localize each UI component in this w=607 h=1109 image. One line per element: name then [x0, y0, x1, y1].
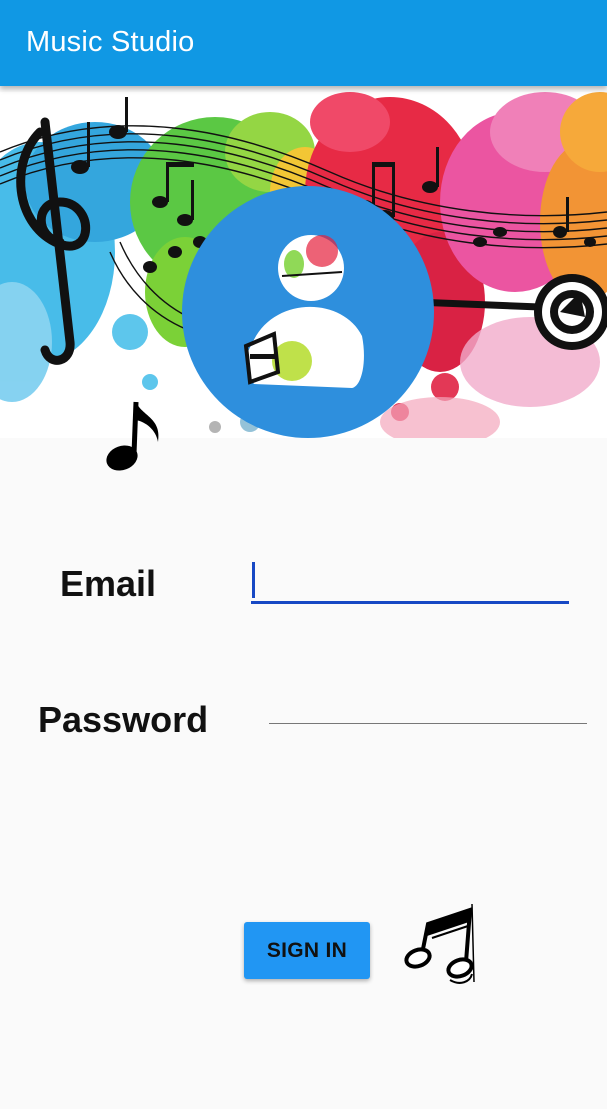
text-caret	[252, 562, 255, 598]
user-avatar-icon	[182, 186, 434, 438]
email-field[interactable]	[251, 558, 569, 604]
beamed-notes-icon	[402, 902, 480, 992]
sign-in-button[interactable]: SIGN IN	[244, 922, 370, 979]
app-title: Music Studio	[26, 26, 195, 58]
password-field[interactable]	[269, 690, 587, 724]
password-label: Password	[38, 699, 209, 740]
eighth-note-icon	[100, 396, 170, 476]
app-bar: Music Studio	[0, 0, 607, 86]
email-label: Email	[60, 563, 157, 604]
